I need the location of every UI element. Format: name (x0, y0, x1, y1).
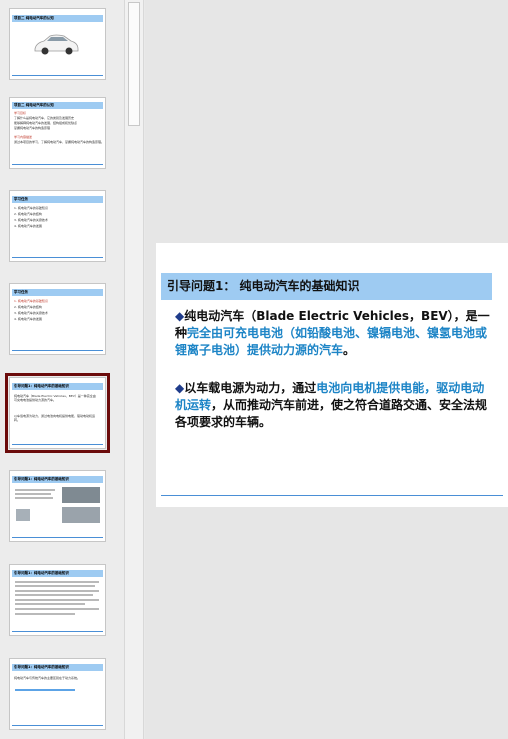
thumbnail-bullet: 1. 纯电动汽车的基础知识 (14, 299, 48, 303)
thumbnail-bullet: 以车载电源为动力，通过电池向电机提供电能，驱动电动机运转。 (14, 414, 96, 422)
car-photo (62, 487, 100, 503)
car-photo (16, 509, 30, 521)
thumbnail-bullet: 3. 纯电动汽车的关键技术 (14, 218, 48, 222)
thumbnail-bullet: 纯电动汽车与传统汽车的主要区别在于动力系统。 (14, 676, 81, 680)
thumbnail-bullet: 4. 纯电动汽车的发展 (14, 224, 42, 228)
thumbnail-title: 学习任务 (14, 290, 28, 294)
thumbnail-title: 引导问题1：纯电动汽车的基础知识 (14, 571, 69, 575)
thumbnail-bullet: 2. 纯电动汽车的结构 (14, 305, 42, 309)
highlighted-text: 完全由可充电电池（如铅酸电池、镍镉电池、镍氢电池或锂离子电池）提供动力源的汽车 (175, 326, 488, 357)
bullet-paragraph-1[interactable]: ◆纯电动汽车（Blade Electric Vehicles，BEV），是一种完… (175, 308, 495, 359)
thumbnail-bullet: 1. 纯电动汽车的基础知识 (14, 206, 48, 210)
thumbnail-bullet: 3. 纯电动汽车的关键技术 (14, 311, 48, 315)
paragraph-text: 。 (343, 343, 356, 357)
thumbnail-bullet: 4. 纯电动汽车的发展 (14, 317, 42, 321)
current-slide[interactable]: 引导问题1： 纯电动汽车的基础知识 ◆纯电动汽车（Blade Electric … (156, 243, 508, 507)
paragraph-text: ，从而推动汽车前进，使之符合道路交通、安全法规各项要求的车辆。 (175, 398, 488, 429)
thumbnail-title: 学习任务 (14, 197, 28, 201)
thumbnail-title: 项目二 纯电动汽车的认知 (14, 16, 54, 20)
title-bar: 引导问题1： 纯电动汽车的基础知识 (161, 273, 492, 300)
thumbnail-scrollbar[interactable] (124, 0, 144, 739)
car-photo (62, 507, 100, 523)
diamond-bullet-icon: ◆ (175, 381, 185, 395)
footer-line (161, 495, 503, 496)
slide-thumbnail-3[interactable]: 学习任务 1. 纯电动汽车的基础知识 2. 纯电动汽车的结构 3. 纯电动汽车的… (9, 190, 106, 262)
thumbnail-bullet: 掌握纯电动汽车的构造原理 (14, 126, 51, 130)
slide-thumbnail-8[interactable]: 引导问题1：纯电动汽车的基础知识 纯电动汽车与传统汽车的主要区别在于动力系统。 (9, 658, 106, 730)
thumbnail-bullet: 2. 纯电动汽车的结构 (14, 212, 42, 216)
scrollbar-thumb[interactable] (128, 2, 140, 126)
slide-thumbnail-1[interactable]: 项目二 纯电动汽车的认知 (9, 8, 106, 80)
thumbnail-bullet: 纯电动汽车（Blade Electric Vehicles，BEV）是一种完全由… (14, 394, 96, 402)
thumbnail-title: 引导问题1：纯电动汽车的基础知识 (14, 665, 69, 669)
thumbnail-title: 引导问题1：纯电动汽车的基础知识 (14, 477, 69, 481)
slide-thumbnail-panel[interactable]: 项目二 纯电动汽车的认知 项目二 纯电动汽车的认知 学习目标 了解什么是纯电动汽… (0, 0, 124, 739)
diamond-bullet-icon: ◆ (175, 309, 185, 323)
thumbnail-bullet: 通过本项目的学习，了解纯电动汽车、掌握纯电动汽车的构造原理。 (14, 140, 105, 144)
thumbnail-title: 项目二 纯电动汽车的认知 (14, 103, 54, 107)
thumbnail-title: 引导问题1：纯电动汽车的基础知识 (14, 384, 69, 388)
slide-title[interactable]: 引导问题1： 纯电动汽车的基础知识 (167, 273, 360, 300)
slide-thumbnail-7[interactable]: 引导问题1：纯电动汽车的基础知识 (9, 564, 106, 636)
paragraph-text: 以车载电源为动力，通过 (184, 381, 317, 395)
car-image (34, 34, 79, 55)
slide-thumbnail-2[interactable]: 项目二 纯电动汽车的认知 学习目标 了解什么是纯电动汽车、它的类别及发展历史 能… (9, 97, 106, 169)
slide-thumbnail-4[interactable]: 学习任务 1. 纯电动汽车的基础知识 2. 纯电动汽车的结构 3. 纯电动汽车的… (9, 283, 106, 355)
slide-thumbnail-5-selected[interactable]: 引导问题1：纯电动汽车的基础知识 纯电动汽车（Blade Electric Ve… (5, 373, 110, 453)
slide-thumbnail-6[interactable]: 引导问题1：纯电动汽车的基础知识 (9, 470, 106, 542)
bullet-paragraph-2[interactable]: ◆以车载电源为动力，通过电池向电机提供电能，驱动电动机运转，从而推动汽车前进，使… (175, 380, 495, 431)
